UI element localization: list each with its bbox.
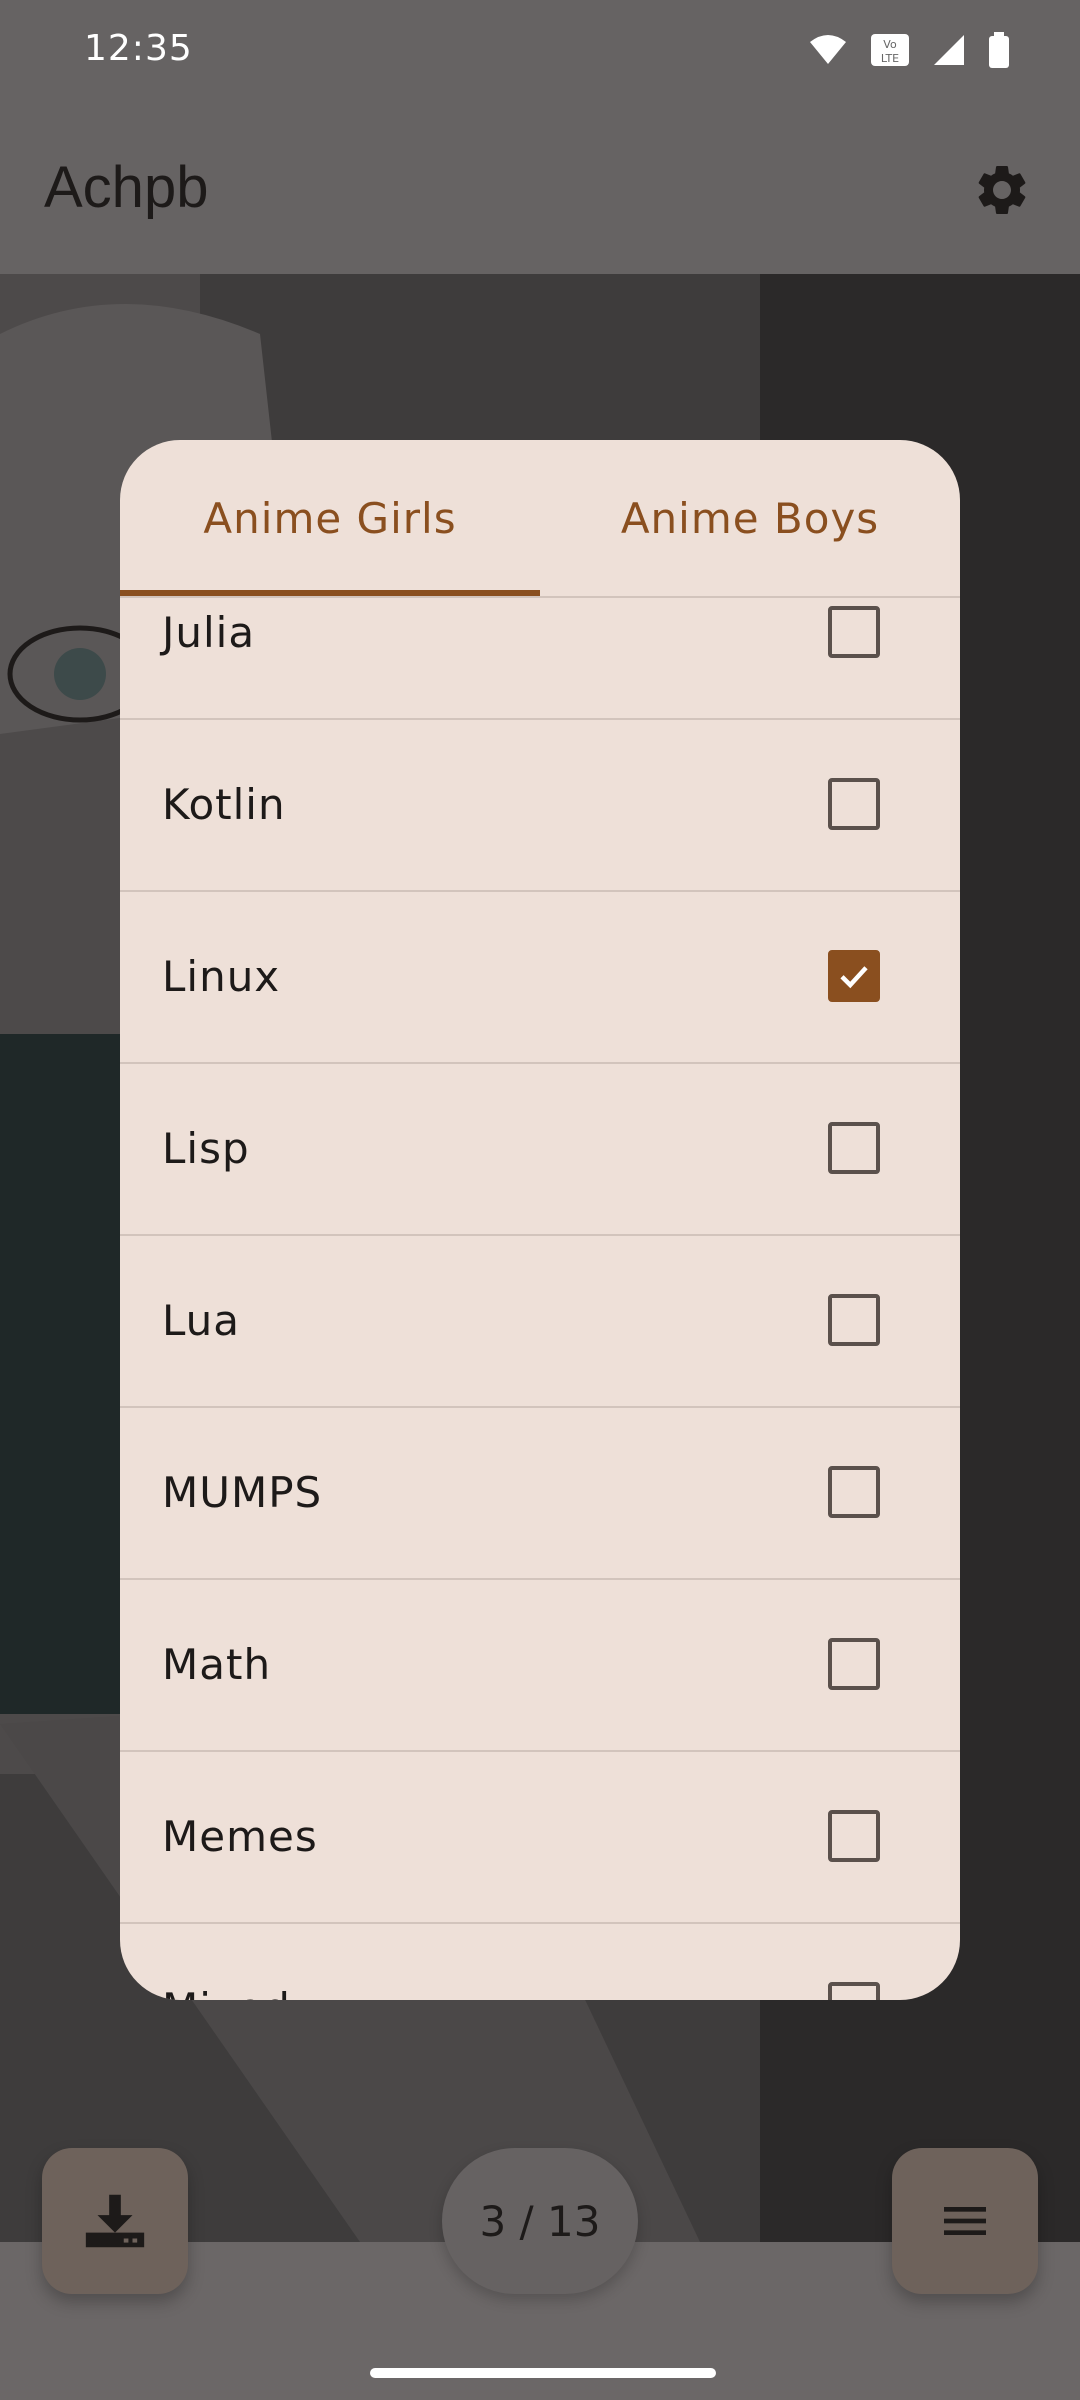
category-list[interactable]: Julia Kotlin Linux Lisp Lua MUMPS Math M… — [120, 598, 960, 2000]
list-item[interactable]: Math — [120, 1580, 960, 1752]
list-item-label: Memes — [162, 1812, 318, 1861]
checkbox[interactable] — [828, 1122, 880, 1174]
checkbox[interactable] — [828, 1638, 880, 1690]
list-item-label: Lua — [162, 1296, 241, 1345]
app-bar: Achpb — [0, 106, 1080, 274]
list-item[interactable]: Memes — [120, 1752, 960, 1924]
category-dialog: Anime Girls Anime Boys Julia Kotlin Linu… — [120, 440, 960, 2000]
list-item-label: Lisp — [162, 1124, 250, 1173]
checkbox[interactable] — [828, 1982, 880, 2000]
checkbox-checked[interactable] — [828, 950, 880, 1002]
list-item-label: Julia — [162, 608, 256, 657]
home-indicator[interactable] — [370, 2368, 716, 2378]
tab-anime-girls[interactable]: Anime Girls — [120, 440, 540, 596]
list-item-label: Math — [162, 1640, 272, 1689]
list-item[interactable]: Lisp — [120, 1064, 960, 1236]
checkbox[interactable] — [828, 1294, 880, 1346]
list-item[interactable]: Lua — [120, 1236, 960, 1408]
download-button[interactable] — [42, 2148, 188, 2294]
category-tabs: Anime Girls Anime Boys — [120, 440, 960, 598]
volte-icon: Vo LTE — [870, 33, 910, 71]
list-item-label: Kotlin — [162, 780, 286, 829]
list-item[interactable]: Julia — [120, 598, 960, 720]
list-item-label: Mixed — [162, 1924, 291, 2000]
check-icon — [840, 966, 868, 989]
signal-icon — [932, 33, 966, 71]
list-item-label: MUMPS — [162, 1468, 323, 1517]
list-item[interactable]: Mixed — [120, 1924, 960, 2000]
status-time: 12:35 — [84, 28, 193, 69]
svg-text:Vo: Vo — [883, 38, 897, 51]
checkbox[interactable] — [828, 1810, 880, 1862]
settings-button[interactable] — [972, 160, 1032, 220]
status-icons: Vo LTE — [808, 32, 1010, 72]
gear-icon — [978, 165, 1026, 214]
tab-anime-boys[interactable]: Anime Boys — [540, 440, 960, 596]
list-item[interactable]: Kotlin — [120, 720, 960, 892]
download-icon — [85, 2194, 145, 2248]
page-counter: 3 / 13 — [442, 2148, 638, 2294]
category-list-content: Julia Kotlin Linux Lisp Lua MUMPS Math M… — [120, 598, 960, 2000]
list-item[interactable]: Linux — [120, 892, 960, 1064]
list-item[interactable]: MUMPS — [120, 1408, 960, 1580]
list-item-label: Linux — [162, 952, 281, 1001]
wifi-icon — [808, 34, 848, 70]
app-title: Achpb — [44, 155, 209, 220]
checkbox[interactable] — [828, 606, 880, 658]
checkbox[interactable] — [828, 1466, 880, 1518]
tab-indicator — [120, 590, 540, 596]
battery-icon — [988, 32, 1010, 72]
status-bar: 12:35 Vo LTE — [0, 0, 1080, 106]
menu-button[interactable] — [892, 2148, 1038, 2294]
checkbox[interactable] — [828, 778, 880, 830]
menu-icon — [944, 2207, 986, 2235]
svg-text:LTE: LTE — [881, 52, 899, 65]
